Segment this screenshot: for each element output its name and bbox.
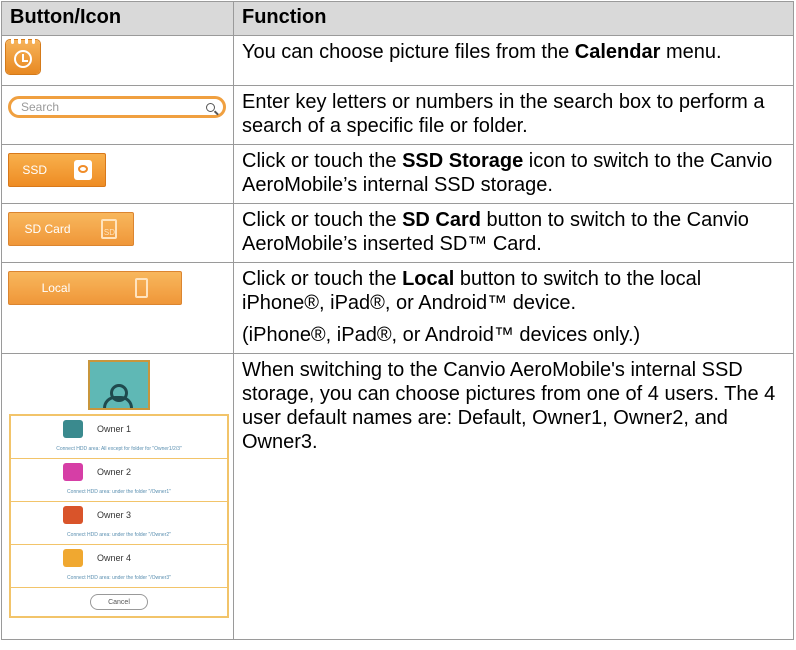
function-cell: Click or touch the SSD Storage icon to s… — [233, 144, 794, 204]
owner-selector: Owner 1 Connect HDD area: All except for … — [6, 360, 232, 618]
table-row: SD Card SD Click or touch the SD Card bu… — [1, 203, 794, 263]
calendar-icon[interactable] — [6, 37, 40, 74]
local-button-label: Local — [41, 281, 71, 295]
function-cell: Click or touch the SD Card button to swi… — [233, 203, 794, 263]
owner-description: Connect HDD area: under the folder "/Own… — [67, 575, 171, 581]
phone-icon — [135, 278, 149, 298]
user-avatar-icon[interactable] — [88, 360, 150, 410]
ssd-storage-icon — [73, 160, 92, 180]
icon-cell — [1, 35, 234, 86]
table-row: Search Enter key letters or numbers in t… — [1, 85, 794, 145]
ssd-button-label: SSD — [22, 163, 48, 177]
device-note: (iPhone®, iPad®, or Android™ devices onl… — [242, 324, 641, 346]
table-row: Owner 1 Connect HDD area: All except for … — [1, 353, 794, 640]
table-row: You can choose picture files from the Ca… — [1, 35, 794, 86]
table-row: SSD Click or touch the SSD Storage icon … — [1, 144, 794, 204]
owner-item[interactable]: Owner 4 Connect HDD area: under the folde… — [11, 545, 227, 588]
function-cell: You can choose picture files from the Ca… — [233, 35, 794, 86]
owner-list-panel: Owner 1 Connect HDD area: All except for … — [9, 414, 229, 618]
sd-card-icon: SD — [101, 219, 118, 239]
icon-cell: SD Card SD — [1, 203, 234, 263]
table-header-row: Button/Icon Function — [1, 1, 794, 36]
owner-description: Connect HDD area: under the folder "/Own… — [67, 532, 171, 538]
local-button[interactable]: Local — [8, 271, 182, 305]
search-icon — [206, 102, 215, 112]
owner-avatar-icon — [63, 549, 83, 567]
column-header-button-icon: Button/Icon — [1, 1, 234, 36]
calendar-label: Calendar — [574, 41, 661, 63]
owner-name: Owner 1 — [97, 424, 132, 434]
owner-name: Owner 2 — [97, 467, 132, 477]
search-placeholder: Search — [21, 100, 60, 114]
search-input[interactable]: Search — [8, 96, 226, 118]
owner-name: Owner 4 — [97, 553, 132, 563]
icon-cell: SSD — [1, 144, 234, 204]
owner-description: Connect HDD area: All except for folder … — [56, 446, 182, 452]
sd-card-button-label: SD Card — [24, 222, 71, 236]
function-cell: Enter key letters or numbers in the sear… — [233, 85, 794, 145]
column-header-function: Function — [233, 1, 794, 36]
icon-cell: Search — [1, 85, 234, 145]
owner-item[interactable]: Owner 3 Connect HDD area: under the folde… — [11, 502, 227, 545]
cancel-button[interactable]: Cancel — [90, 594, 148, 610]
sd-card-button[interactable]: SD Card SD — [8, 212, 134, 246]
owner-item[interactable]: Owner 2 Connect HDD area: under the folde… — [11, 459, 227, 502]
button-icon-function-table: Button/Icon Function You can choose pict… — [1, 1, 794, 640]
owner-name: Owner 3 — [97, 510, 132, 520]
ssd-storage-button[interactable]: SSD — [8, 153, 106, 187]
icon-cell: Local — [1, 262, 234, 354]
function-cell: Click or touch the Local button to switc… — [233, 262, 794, 354]
owner-description: Connect HDD area: under the folder "/Own… — [67, 489, 171, 495]
cancel-row: Cancel — [11, 588, 227, 616]
owner-avatar-icon — [63, 420, 83, 438]
function-cell: When switching to the Canvio AeroMobile'… — [233, 353, 794, 640]
table-row: Local Click or touch the Local button to… — [1, 262, 794, 354]
icon-cell: Owner 1 Connect HDD area: All except for … — [1, 353, 234, 640]
owner-avatar-icon — [63, 463, 83, 481]
owner-avatar-icon — [63, 506, 83, 524]
owner-item[interactable]: Owner 1 Connect HDD area: All except for … — [11, 416, 227, 459]
